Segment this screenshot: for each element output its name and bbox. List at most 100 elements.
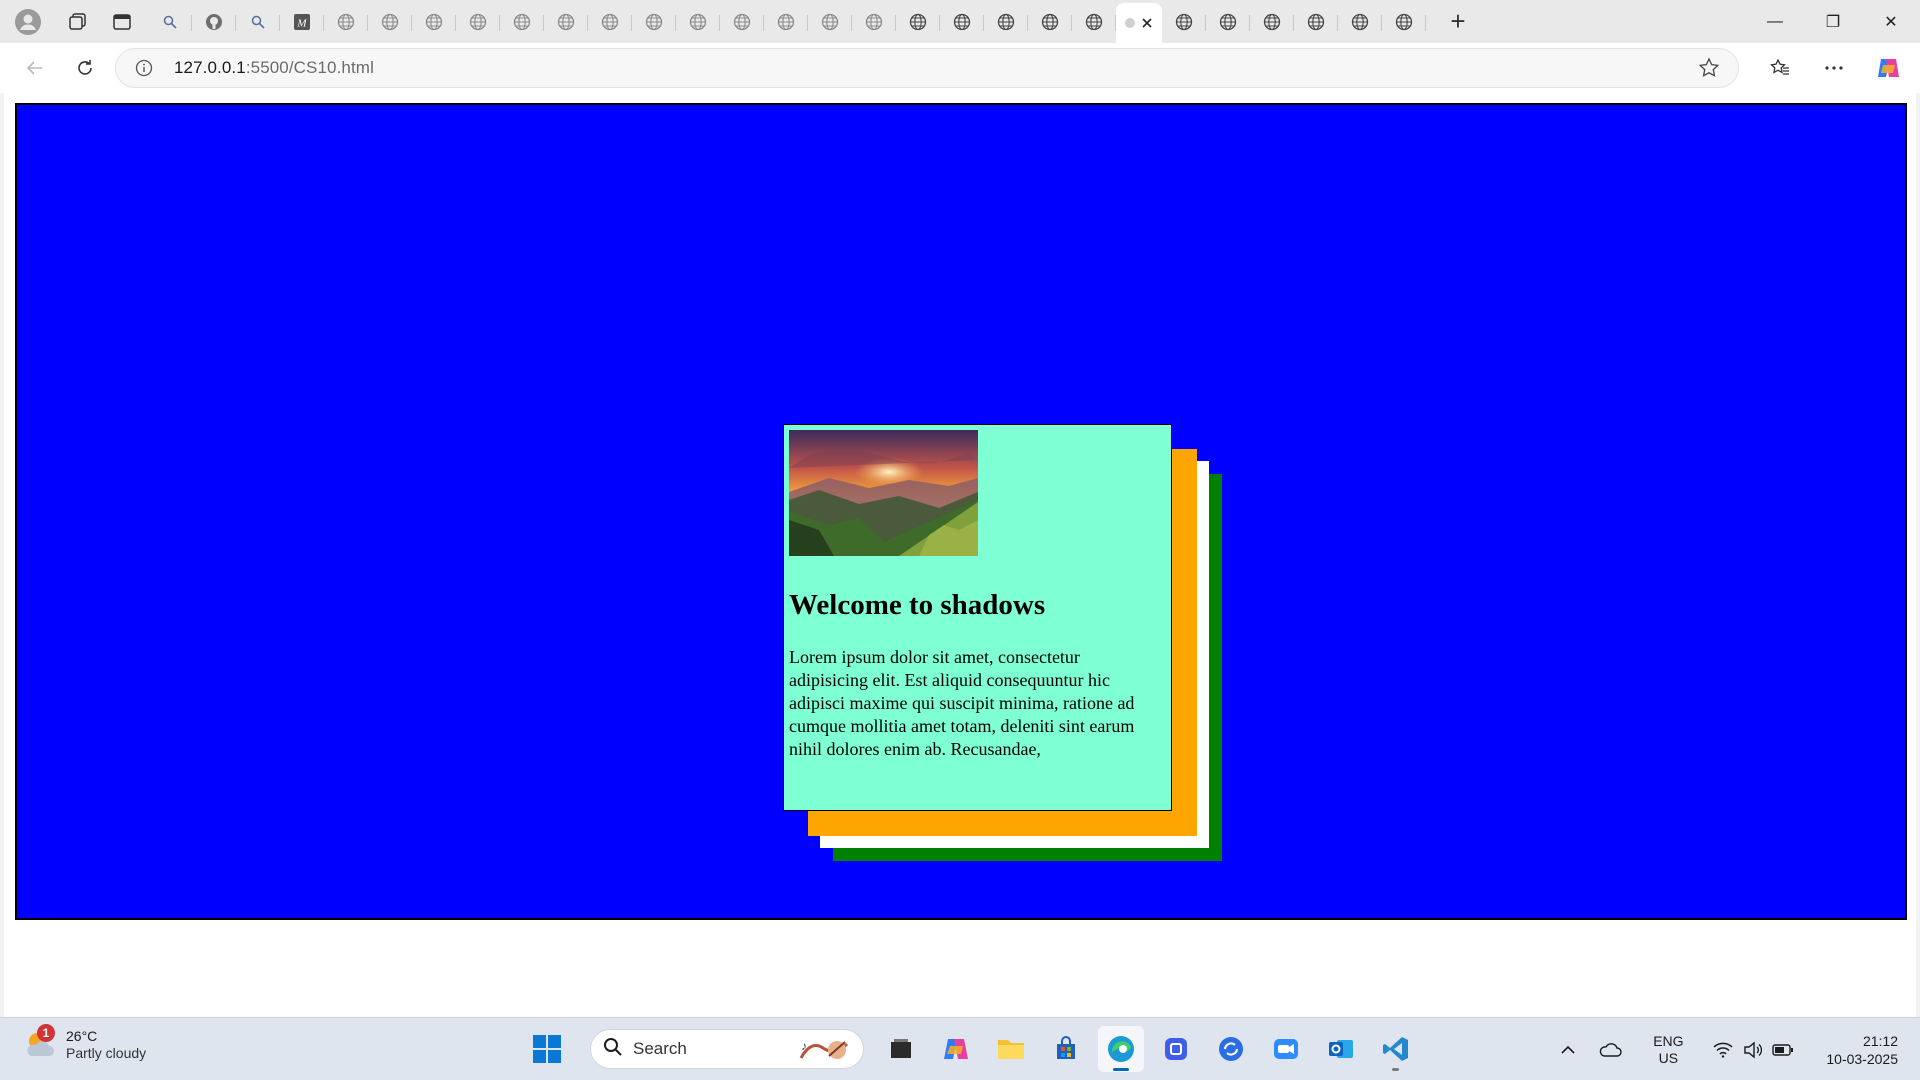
teams-app[interactable] [1153,1026,1199,1072]
weather-widget[interactable]: 1 26°C Partly cloudy [22,1024,147,1062]
vertical-tabs-icon[interactable] [104,4,140,40]
task-view-app[interactable] [878,1026,924,1072]
globe-icon [1263,13,1281,31]
search-highlight-icon: ♪ [797,1036,855,1069]
globe-icon [997,13,1015,31]
globe-icon [777,13,795,31]
globe-icon [557,13,575,31]
browser-tab[interactable] [1206,5,1250,39]
profile-icon[interactable] [10,4,46,40]
browser-tab[interactable] [412,5,456,39]
language-code: ENG [1653,1032,1684,1049]
search-label: Search [633,1039,687,1058]
workspaces-icon[interactable] [60,4,96,40]
medium-icon: M [293,13,311,31]
browser-tab[interactable] [500,5,544,39]
globe-icon [337,13,355,31]
browser-tab[interactable] [940,5,984,39]
github-icon [205,13,223,31]
tab-loading-icon [1125,18,1135,28]
active-tab[interactable] [1116,3,1162,43]
sunset-mountain-image [789,430,978,556]
close-window-button[interactable]: ✕ [1862,0,1920,43]
partly-cloudy-icon: 1 [22,1024,58,1062]
browser-tab[interactable] [1028,5,1072,39]
browser-tab[interactable] [544,5,588,39]
windows-start-icon[interactable] [524,1026,570,1072]
globe-icon [1219,13,1237,31]
globe-icon [425,13,443,31]
globe-icon [1041,13,1059,31]
browser-tab[interactable] [456,5,500,39]
browser-tab[interactable] [1338,5,1382,39]
back-arrow-icon[interactable] [15,48,55,88]
page-body: Welcome to shadows Lorem ipsum dolor sit… [15,103,1907,920]
copilot-icon[interactable] [1861,48,1915,88]
address-bar[interactable]: 127.0.0.1:5500/CS10.html [115,48,1739,88]
browser-tab[interactable] [236,5,280,39]
browser-tab[interactable] [764,5,808,39]
language-indicator[interactable]: ENG US [1646,1033,1690,1067]
onedrive-cloud-icon[interactable] [1590,1042,1630,1058]
browser-tab[interactable] [896,5,940,39]
browser-tab[interactable] [984,5,1028,39]
globe-icon [469,13,487,31]
browser-tab[interactable] [148,5,192,39]
globe-icon [909,13,927,31]
tab-list: M [148,0,1426,43]
globe-icon [1085,13,1103,31]
browser-tab[interactable] [808,5,852,39]
browser-tab[interactable] [368,5,412,39]
favorites-icon[interactable] [1753,48,1807,88]
weather-temperature: 26°C [66,1027,98,1044]
tab-strip: M + — ❐ ✕ [0,0,1920,43]
globe-icon [513,13,531,31]
browser-tab[interactable] [852,5,896,39]
globe-icon [1307,13,1325,31]
microsoft-store-app[interactable] [1043,1026,1089,1072]
weather-badge: 1 [37,1024,55,1042]
shadow-card: Welcome to shadows Lorem ipsum dolor sit… [783,424,1172,811]
edge-browser-app[interactable] [1098,1026,1144,1072]
restore-button[interactable]: ❐ [1804,0,1862,43]
browser-tab[interactable] [1382,5,1426,39]
taskbar-search[interactable]: Search ♪ [590,1029,864,1069]
page-viewport: Welcome to shadows Lorem ipsum dolor sit… [4,93,1916,1017]
zoom-app[interactable] [1263,1026,1309,1072]
more-options-icon[interactable] [1807,48,1861,88]
wifi-icon[interactable] [1708,1042,1738,1058]
url-text[interactable]: 127.0.0.1:5500/CS10.html [174,58,374,78]
browser-tab[interactable] [588,5,632,39]
reload-icon[interactable] [65,48,105,88]
active-indicator [1113,1068,1129,1071]
browser-tab[interactable] [1162,5,1206,39]
outlook-app[interactable] [1318,1026,1364,1072]
copilot-app[interactable] [933,1026,979,1072]
battery-icon[interactable] [1768,1043,1798,1057]
new-tab-button[interactable]: + [1440,6,1476,37]
globe-icon [865,13,883,31]
browser-tab[interactable] [324,5,368,39]
browser-tab[interactable] [1294,5,1338,39]
sync-app[interactable] [1208,1026,1254,1072]
url-path: :5500/CS10.html [245,58,374,77]
globe-icon [821,13,839,31]
minimize-button[interactable]: — [1746,0,1804,43]
site-info-icon[interactable] [126,59,162,77]
browser-tab[interactable] [192,5,236,39]
browser-tab[interactable] [1250,5,1294,39]
browser-tab[interactable] [720,5,764,39]
browser-tab[interactable] [1072,5,1116,39]
file-explorer-app[interactable] [988,1026,1034,1072]
chevron-up-icon[interactable] [1550,1045,1586,1055]
weather-condition: Partly cloudy [66,1044,147,1061]
browser-tab[interactable]: M [280,5,324,39]
close-tab-icon[interactable] [1141,17,1153,29]
vscode-app[interactable] [1373,1026,1419,1072]
clock[interactable]: 21:12 10-03-2025 [1826,1032,1898,1068]
browser-tab[interactable] [632,5,676,39]
system-tray: ENG US 21:12 10-03-2025 [1550,1018,1920,1080]
volume-icon[interactable] [1738,1041,1768,1059]
favorite-star-icon[interactable] [1698,57,1720,84]
browser-tab[interactable] [676,5,720,39]
